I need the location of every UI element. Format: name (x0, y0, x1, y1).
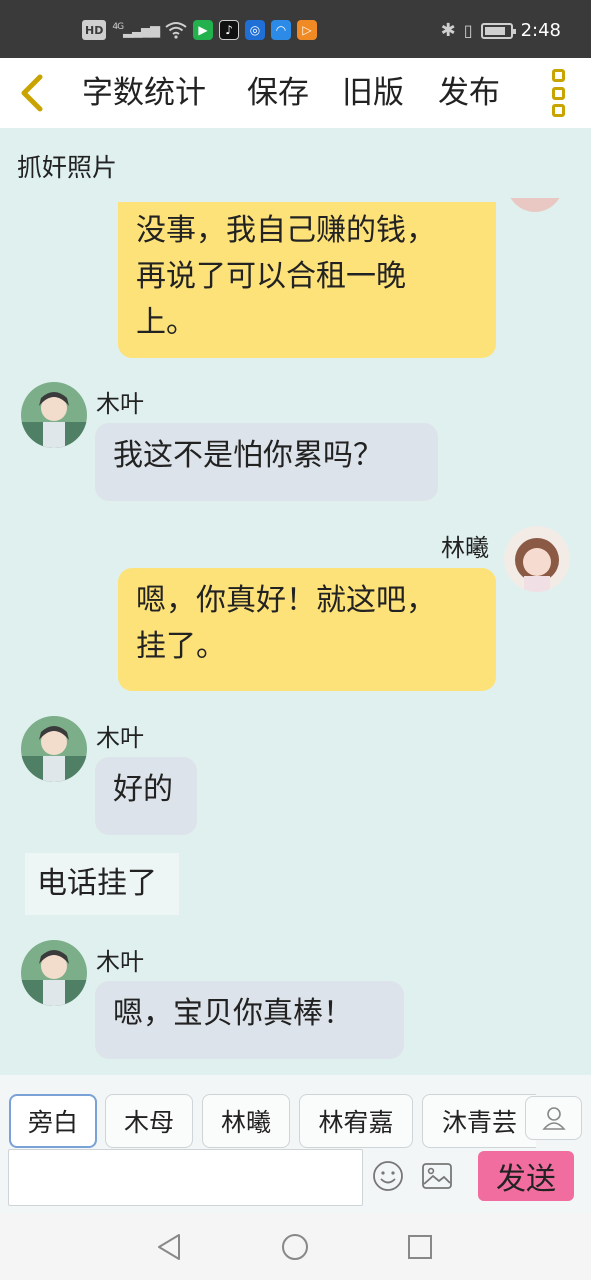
avatar-linxi[interactable] (504, 526, 570, 592)
image-icon (422, 1163, 452, 1189)
character-chip[interactable]: 沐青芸 (422, 1094, 536, 1148)
message-bubble[interactable]: 嗯，你真好！就这吧， 挂了。 (118, 568, 496, 691)
message-line: 再说了可以合租一晚 (136, 259, 406, 294)
character-chip[interactable]: 木母 (105, 1094, 193, 1148)
message-line: 没事，我自己赚的钱， (136, 213, 436, 248)
narration-text: 电话挂了 (37, 866, 157, 901)
cloud-app-icon: ◠ (271, 20, 292, 40)
status-bar: HD 4G▂▃▅▆ ▶ ♪ ◎ ◠ ▷ ✱ ▯ 2:48 (0, 0, 591, 58)
chat-area[interactable]: 抓奸照片 没事，我自己赚的钱， 再说了可以合租一晚 上。 木叶 我这不是怕你累吗… (0, 128, 591, 1075)
bluetooth-icon: ✱ (440, 20, 456, 41)
network-type: 4G (112, 21, 124, 32)
triangle-back-icon (158, 1234, 180, 1260)
system-nav-bar (0, 1213, 591, 1280)
nav-home-button[interactable] (279, 1231, 311, 1263)
wifi-icon (165, 22, 187, 39)
avatar-muye[interactable] (21, 382, 87, 448)
avatar-linxi[interactable] (505, 198, 565, 212)
compose-panel: 旁白 木母 林曦 林宥嘉 沐青芸 发送 (0, 1075, 591, 1213)
more-icon (551, 69, 565, 82)
status-bar-right: ✱ ▯ 2:48 (441, 20, 561, 41)
play-app-icon: ▷ (297, 20, 318, 40)
message-line: 上。 (136, 305, 196, 340)
circle-home-icon (282, 1234, 308, 1260)
add-character-button[interactable] (525, 1096, 582, 1140)
emoji-icon (373, 1161, 403, 1191)
send-button[interactable]: 发送 (478, 1151, 574, 1201)
sender-name: 林曦 (441, 534, 489, 562)
image-button[interactable] (420, 1159, 454, 1193)
vibrate-icon: ▯ (463, 21, 473, 40)
more-icon-dot (551, 104, 565, 117)
message-bubble[interactable]: 嗯，宝贝你真棒！ (95, 981, 404, 1059)
publish-button[interactable]: 发布 (438, 72, 500, 114)
signal-icon: 4G▂▃▅▆ (112, 21, 160, 39)
clock: 2:48 (520, 20, 561, 41)
status-bar-left: HD 4G▂▃▅▆ ▶ ♪ ◎ ◠ ▷ (82, 20, 318, 40)
avatar-muye[interactable] (21, 716, 87, 782)
save-button[interactable]: 保存 (247, 72, 309, 114)
tiktok-icon: ♪ (219, 20, 240, 40)
story-title: 抓奸照片 (17, 153, 118, 182)
message-line: 挂了。 (136, 629, 226, 664)
hd-badge: HD (82, 20, 107, 40)
sender-name: 木叶 (96, 948, 144, 976)
message-bubble[interactable]: 没事，我自己赚的钱， 再说了可以合租一晚 上。 (118, 202, 496, 358)
more-menu-button[interactable] (548, 69, 568, 117)
person-icon (541, 1107, 566, 1130)
nav-back-button[interactable] (153, 1231, 185, 1263)
message-bubble[interactable]: 好的 (95, 757, 197, 835)
avatar-muye[interactable] (21, 940, 87, 1006)
narration-message[interactable]: 电话挂了 (25, 853, 179, 915)
emoji-button[interactable] (371, 1159, 405, 1193)
message-text: 我这不是怕你累吗？ (113, 438, 383, 473)
nav-recents-button[interactable] (404, 1231, 436, 1263)
sender-name: 木叶 (96, 724, 144, 752)
message-text: 好的 (113, 772, 173, 807)
battery-icon (480, 22, 516, 39)
old-version-button[interactable]: 旧版 (342, 72, 404, 114)
message-line: 嗯，你真好！就这吧， (136, 583, 436, 618)
sender-name: 木叶 (96, 390, 144, 418)
word-count-button[interactable]: 字数统计 (82, 72, 206, 114)
more-icon-dot (551, 86, 565, 100)
back-button[interactable] (12, 72, 52, 114)
top-toolbar: 字数统计 保存 旧版 发布 (0, 58, 591, 128)
message-bubble[interactable]: 我这不是怕你累吗？ (95, 423, 438, 501)
character-chip-narrator[interactable]: 旁白 (9, 1094, 97, 1148)
video-app-icon: ▶ (193, 20, 214, 40)
character-chip[interactable]: 林曦 (202, 1094, 290, 1148)
battery-level (484, 26, 505, 35)
message-text: 嗯，宝贝你真棒！ (113, 996, 353, 1031)
message-input[interactable] (8, 1149, 363, 1206)
chevron-left-icon (21, 74, 43, 112)
character-chip[interactable]: 林宥嘉 (299, 1094, 413, 1148)
square-recents-icon (408, 1235, 432, 1259)
browser-icon: ◎ (245, 20, 266, 40)
